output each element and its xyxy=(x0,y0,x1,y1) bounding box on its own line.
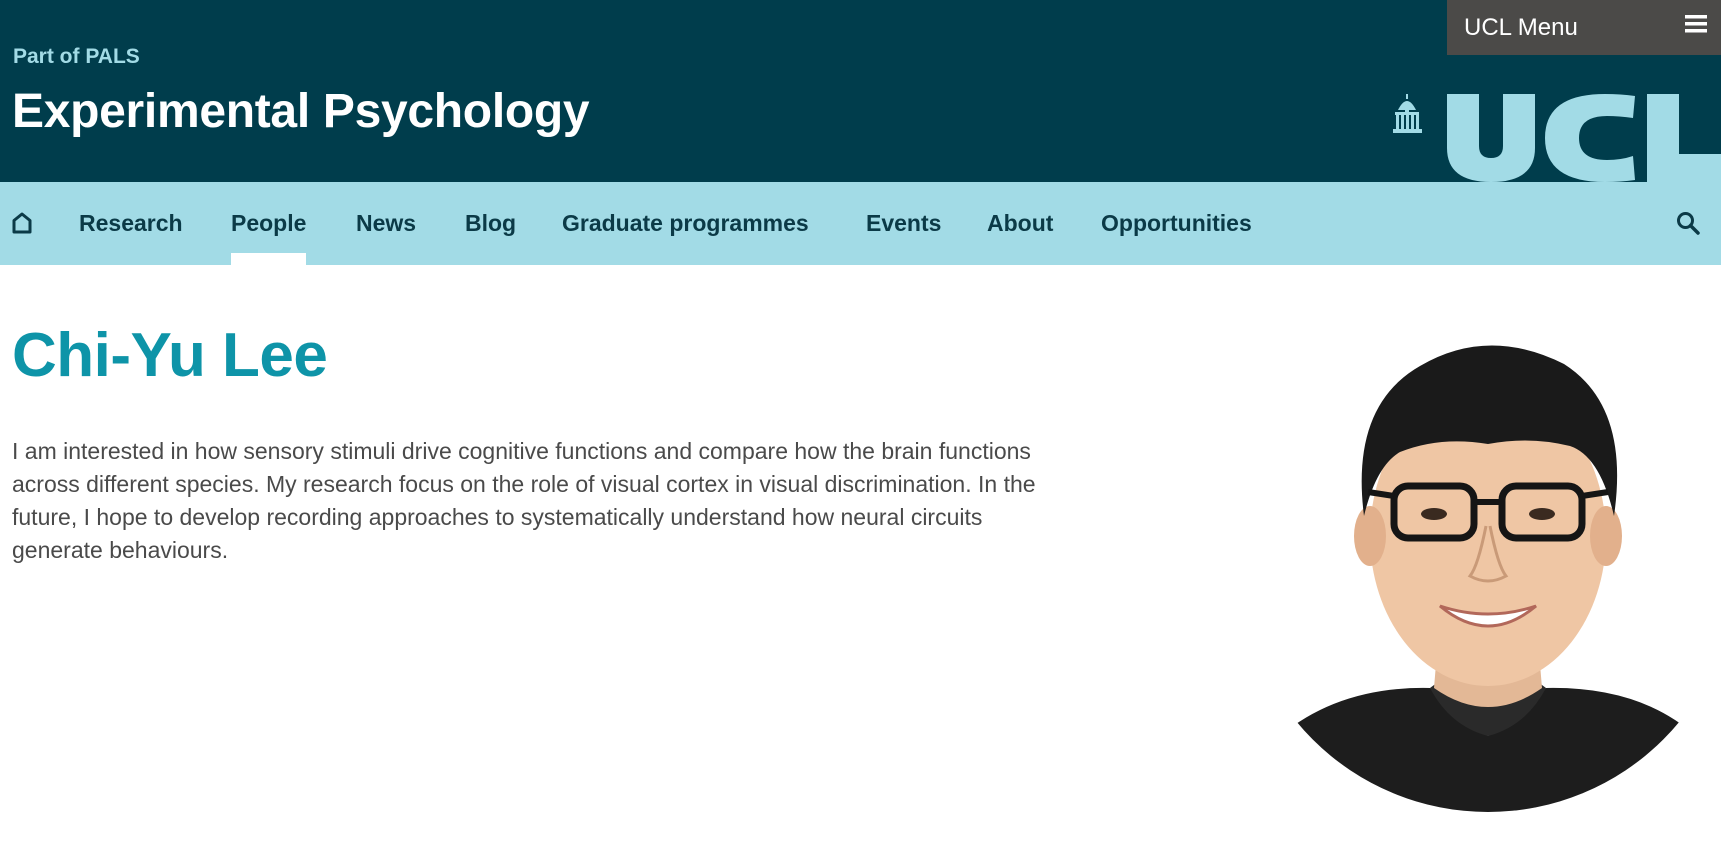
site-title[interactable]: Experimental Psychology xyxy=(12,84,590,139)
nav-item-news[interactable]: News xyxy=(356,182,416,265)
profile-photo xyxy=(1280,316,1696,812)
profile-bio: I am interested in how sensory stimuli d… xyxy=(12,438,1036,563)
ucl-logo[interactable] xyxy=(1393,88,1721,182)
nav-item-blog[interactable]: Blog xyxy=(465,182,516,265)
nav-item-about[interactable]: About xyxy=(987,182,1053,265)
search-icon[interactable] xyxy=(1676,211,1700,240)
part-of-pals-link[interactable]: Part of PALS xyxy=(13,45,140,69)
home-icon[interactable] xyxy=(12,212,32,239)
ucl-menu-button[interactable]: UCL Menu xyxy=(1447,0,1721,55)
nav-item-research[interactable]: Research xyxy=(79,182,183,265)
nav-item-graduate-programmes[interactable]: Graduate programmes xyxy=(562,182,809,265)
site-header: Part of PALS Experimental Psychology UCL… xyxy=(0,0,1721,182)
nav-item-events[interactable]: Events xyxy=(866,182,941,265)
page-title: Chi-Yu Lee xyxy=(12,321,328,390)
nav-item-opportunities[interactable]: Opportunities xyxy=(1101,182,1252,265)
portico-icon xyxy=(1393,94,1422,133)
ucl-menu-label: UCL Menu xyxy=(1464,13,1578,41)
nav-item-people[interactable]: People xyxy=(231,182,307,265)
main-nav: Research People News Blog Graduate progr… xyxy=(0,182,1721,265)
hamburger-icon xyxy=(1685,13,1707,42)
